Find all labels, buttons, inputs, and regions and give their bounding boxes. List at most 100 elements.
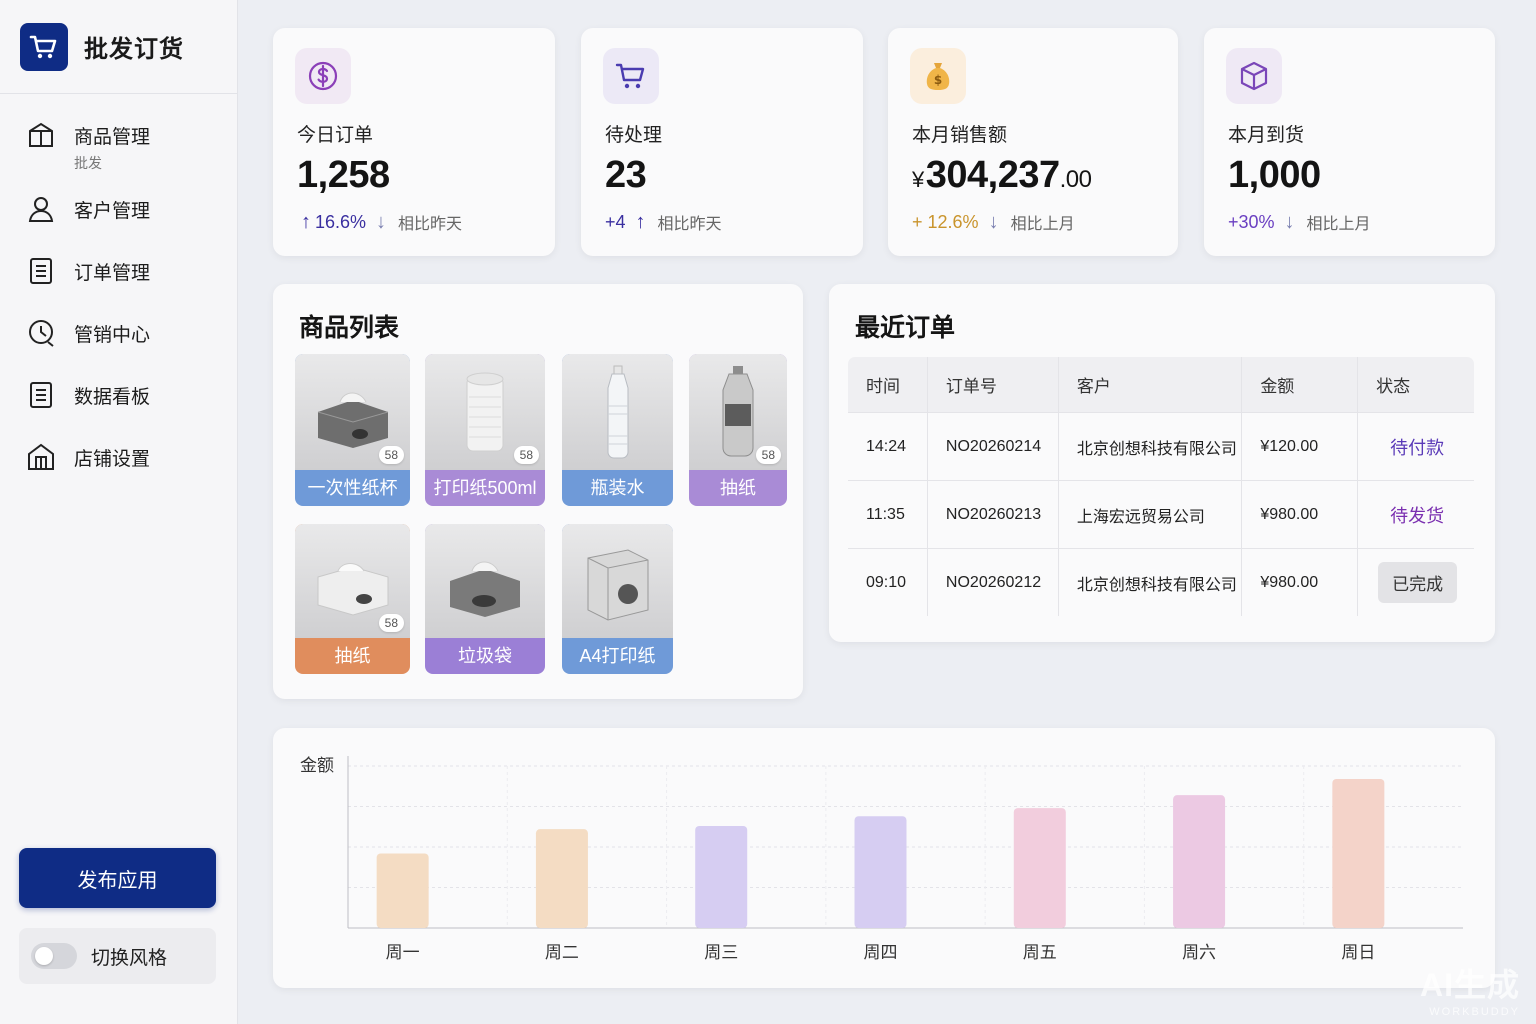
product-card[interactable]: 瓶装水 (562, 354, 673, 506)
stat-compare: 相比上月 (1010, 216, 1075, 233)
tissue-box-dark-image (425, 524, 545, 638)
sidebar-item-label: 商品管理 (74, 127, 151, 148)
product-name: 瓶装水 (590, 478, 645, 498)
product-card[interactable]: 58 打印纸500ml (425, 354, 545, 506)
product-card[interactable]: 58 抽纸 (689, 354, 787, 506)
order-time: 09:10 (848, 548, 928, 616)
order-number: NO20260214 (927, 412, 1059, 481)
y-axis-label: 金额 (300, 756, 334, 775)
stat-change: + 12.6% (912, 211, 979, 232)
table-row[interactable]: 14:24 NO20260214 北京创想科技有限公司 ¥120.00 待付款 (848, 412, 1474, 481)
sidebar-item-dashboard[interactable]: 数据看板 (0, 374, 237, 436)
publish-app-button[interactable]: 发布应用 (19, 848, 216, 908)
order-amount: ¥980.00 (1241, 548, 1359, 616)
status-badge[interactable]: 待付款 (1390, 438, 1444, 458)
stock-badge: 58 (378, 614, 404, 632)
stat-label: 本月销售额 (912, 125, 1008, 146)
stat-value-decimal: .00 (1059, 166, 1092, 193)
order-status-cell: 待发货 (1357, 480, 1474, 549)
water-bottle-image (562, 354, 673, 470)
money-bag-icon: $ (910, 48, 966, 104)
switch-style-toggle[interactable]: 切换风格 (19, 928, 216, 984)
chart-bar (1013, 808, 1066, 928)
stock-badge: 58 (378, 446, 404, 464)
ai-watermark: AI生成 WORKBUDDY (1420, 960, 1520, 1018)
stat-label: 待处理 (605, 125, 663, 146)
product-name: 打印纸500ml (433, 478, 537, 498)
product-name: 一次性纸杯 (307, 478, 398, 498)
sidebar-item-label: 管销中心 (74, 325, 151, 346)
arrow-down-icon: ↓ (1284, 210, 1295, 233)
order-customer: 上海宏远贸易公司 (1058, 480, 1243, 549)
stat-label: 今日订单 (297, 125, 374, 146)
stat-compare: 相比昨天 (657, 216, 722, 233)
x-tick-label: 周五 (1023, 943, 1057, 962)
order-status-cell: 已完成 (1357, 548, 1474, 616)
product-name: A4打印纸 (579, 646, 656, 666)
stat-change: +30% (1228, 211, 1275, 232)
column-header: 金额 (1241, 357, 1359, 413)
toggle-switch[interactable] (31, 943, 77, 969)
stat-value-main: 304,237 (925, 154, 1060, 196)
product-name: 抽纸 (720, 478, 756, 498)
status-badge[interactable]: 已完成 (1378, 562, 1458, 603)
chart-bar (535, 829, 588, 928)
dashboard-icon (30, 382, 52, 408)
store-icon (28, 443, 54, 470)
chart-bar (1332, 778, 1385, 928)
status-badge[interactable]: 待发货 (1390, 506, 1444, 526)
x-tick-label: 周四 (864, 943, 898, 962)
sidebar-item-orders[interactable]: 订单管理 (0, 250, 237, 312)
stat-compare: 相比上月 (1306, 216, 1371, 233)
sidebar-item-label: 数据看板 (74, 387, 151, 408)
sidebar-item-store-settings[interactable]: 店铺设置 (0, 436, 237, 498)
table-row[interactable]: 09:10 NO20260212 北京创想科技有限公司 ¥980.00 已完成 (848, 548, 1474, 616)
stat-change-row: +4 ↑ 相比昨天 (605, 210, 722, 234)
brand-header: 批发订货 (0, 0, 237, 94)
dollar-icon (295, 48, 351, 104)
product-card[interactable]: A4打印纸 (562, 524, 673, 674)
product-card[interactable]: 垃圾袋 (425, 524, 545, 674)
recent-orders-title: 最近订单 (855, 314, 956, 342)
toggle-knob (35, 947, 53, 965)
paper-box-image (562, 524, 673, 638)
arrow-down-icon: ↓ (988, 210, 999, 233)
stat-card-monthly-sales: $ 本月销售额 ¥304,237.00 + 12.6% ↓ 相比上月 (888, 28, 1178, 256)
sales-bar-chart: 金额周一 周二 周三 周四 周五 周六 周日 (300, 756, 1463, 962)
x-tick-label: 周一 (386, 943, 420, 962)
sidebar-item-label: 店铺设置 (74, 449, 151, 470)
sales-chart-card: 金额 周一 周二 周三 周四 周五 周六 周日 (273, 728, 1495, 988)
order-time: 11:35 (848, 480, 928, 549)
product-list-card: 商品列表 58 一次性纸杯 58 打印纸500ml 瓶装水 58 抽纸 58 抽… (273, 284, 803, 699)
sidebar-item-products[interactable]: 商品管理 批发 (0, 114, 237, 188)
chart-bar (376, 853, 429, 928)
stat-compare: 相比昨天 (398, 216, 463, 233)
stat-card-monthly-arrivals: 本月到货 1,000 +30% ↓ 相比上月 (1204, 28, 1495, 256)
column-header: 时间 (848, 357, 928, 413)
stock-badge: 58 (755, 446, 781, 464)
x-tick-label: 周日 (1341, 943, 1375, 962)
watermark-line1: AI生成 (1419, 967, 1520, 1003)
stat-card-today-orders: 今日订单 1,258 ↑ 16.6% ↓ 相比昨天 (273, 28, 555, 256)
stat-value: 23 (605, 154, 647, 196)
app-title: 批发订货 (84, 36, 184, 63)
table-row[interactable]: 11:35 NO20260213 上海宏远贸易公司 ¥980.00 待发货 (848, 480, 1474, 549)
stat-value: 1,258 (297, 154, 390, 196)
stat-change: +4 (605, 211, 626, 232)
sidebar-item-customers[interactable]: 客户管理 (0, 188, 237, 250)
sidebar: 批发订货 商品管理 批发 客户管理 订单管理 管销中心 数据看板 店铺设置 发布… (0, 0, 238, 1024)
recent-orders-card: 最近订单 时间 订单号 客户 金额 状态 14:24 NO20260214 北京… (829, 284, 1495, 642)
chart-bar (854, 816, 907, 928)
product-card[interactable]: 58 抽纸 (295, 524, 410, 674)
product-list-title: 商品列表 (299, 314, 400, 342)
sidebar-item-marketing[interactable]: 管销中心 (0, 312, 237, 374)
stock-badge: 58 (513, 446, 539, 464)
arrow-down-icon: ↓ (376, 210, 387, 233)
product-card[interactable]: 58 一次性纸杯 (295, 354, 410, 506)
stat-change-row: ↑ 16.6% ↓ 相比昨天 (297, 210, 462, 234)
toggle-label: 切换风格 (91, 947, 168, 969)
chart-bar (1173, 795, 1226, 928)
column-header: 订单号 (927, 357, 1059, 413)
order-amount: ¥120.00 (1241, 412, 1359, 481)
order-customer: 北京创想科技有限公司 (1058, 412, 1243, 481)
